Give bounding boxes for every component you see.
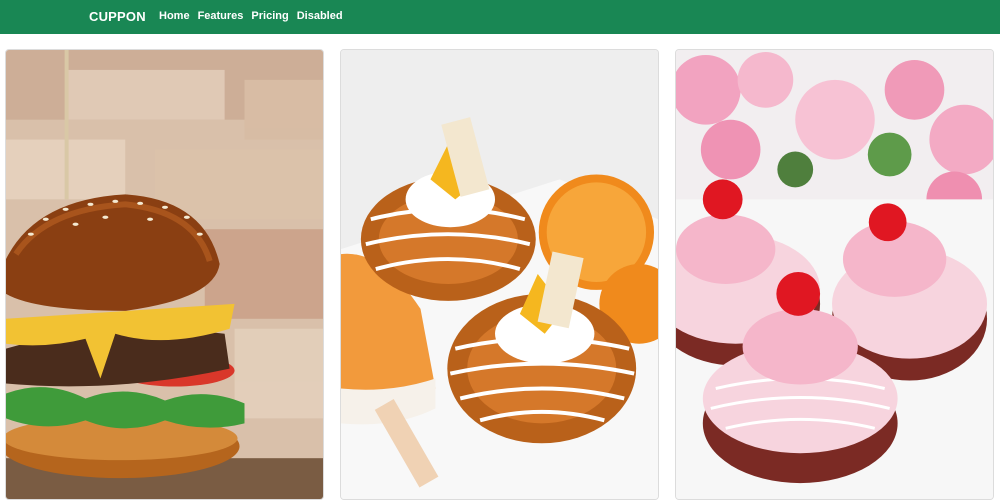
nav-links: Home Features Pricing Disabled xyxy=(159,10,351,22)
brand-logo-link[interactable]: CUPPON xyxy=(89,9,146,24)
nav-link-disabled: Disabled xyxy=(296,10,343,22)
nav-link-pricing[interactable]: Pricing xyxy=(251,10,288,22)
orange-donuts-image xyxy=(341,50,658,499)
pink-donuts-image xyxy=(676,50,993,499)
burger-image xyxy=(6,50,323,499)
nav-link-features[interactable]: Features xyxy=(198,10,244,22)
card-pink-donuts[interactable] xyxy=(675,49,994,500)
top-navbar: CUPPON Home Features Pricing Disabled xyxy=(0,0,1000,34)
card-burger[interactable] xyxy=(5,49,324,500)
card-orange-donuts[interactable] xyxy=(340,49,659,500)
nav-link-home[interactable]: Home xyxy=(159,10,190,22)
